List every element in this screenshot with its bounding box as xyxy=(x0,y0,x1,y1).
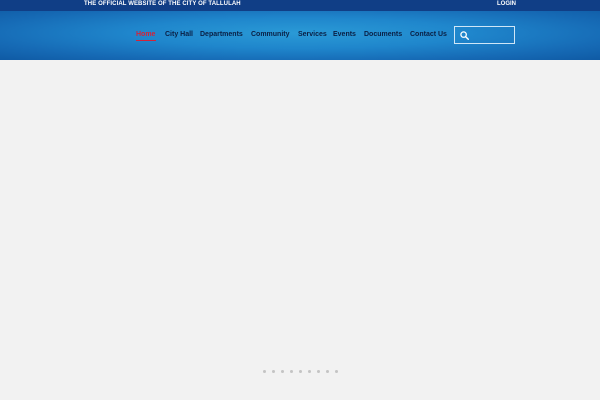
main-nav: Home City Hall Departments Community Ser… xyxy=(0,11,600,60)
search-box[interactable] xyxy=(454,26,515,44)
nav-item-city-hall[interactable]: City Hall xyxy=(165,31,193,38)
carousel-dot[interactable] xyxy=(281,370,284,373)
carousel-dot[interactable] xyxy=(335,370,338,373)
nav-item-home[interactable]: Home xyxy=(136,31,155,38)
carousel-dot[interactable] xyxy=(272,370,275,373)
carousel-dot[interactable] xyxy=(263,370,266,373)
search-icon[interactable] xyxy=(460,31,469,40)
nav-item-events[interactable]: Events xyxy=(333,31,356,38)
nav-item-documents[interactable]: Documents xyxy=(364,31,402,38)
hero-slider xyxy=(0,60,600,400)
carousel-dot[interactable] xyxy=(326,370,329,373)
login-link[interactable]: LOGIN xyxy=(497,1,516,7)
nav-item-community[interactable]: Community xyxy=(251,31,290,38)
nav-item-contact-us[interactable]: Contact Us xyxy=(410,31,447,38)
top-bar: THE OFFICIAL WEBSITE OF THE CITY OF TALL… xyxy=(0,0,600,11)
active-nav-underline xyxy=(136,40,156,41)
site-header: Home City Hall Departments Community Ser… xyxy=(0,11,600,60)
nav-item-services[interactable]: Services xyxy=(298,31,327,38)
official-website-text: THE OFFICIAL WEBSITE OF THE CITY OF TALL… xyxy=(84,1,241,7)
carousel-dot[interactable] xyxy=(290,370,293,373)
nav-item-departments[interactable]: Departments xyxy=(200,31,243,38)
carousel-dot[interactable] xyxy=(299,370,302,373)
carousel-dot[interactable] xyxy=(317,370,320,373)
carousel-dot[interactable] xyxy=(308,370,311,373)
